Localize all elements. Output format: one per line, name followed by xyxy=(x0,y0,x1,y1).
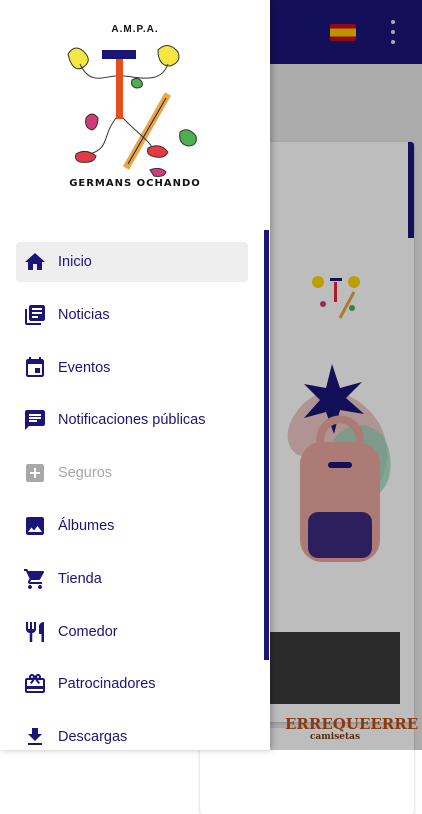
plus-box-icon xyxy=(23,461,47,485)
cart-icon xyxy=(23,567,47,591)
drawer-nav: Inicio Noticias Eventos Notificaciones p… xyxy=(16,242,248,770)
news-icon xyxy=(23,303,47,327)
nav-item-seguros[interactable]: Seguros xyxy=(16,453,248,493)
download-icon xyxy=(23,725,47,749)
calendar-icon xyxy=(23,356,47,380)
ampa-logo: A.M.P.A. GERMANS OCHANDO xyxy=(50,22,220,202)
nav-item-label: Inicio xyxy=(58,254,92,270)
nav-item-label: Descargas xyxy=(58,729,128,746)
navigation-drawer: A.M.P.A. GERMANS OCHANDO Inicio Noticias… xyxy=(0,0,270,750)
nav-item-noticias[interactable]: Noticias xyxy=(16,295,248,335)
nav-item-albumes[interactable]: Álbumes xyxy=(16,506,248,546)
gift-icon xyxy=(23,672,47,696)
logo-bottom-text: GERMANS OCHANDO xyxy=(69,178,201,189)
nav-item-eventos[interactable]: Eventos xyxy=(16,348,248,388)
nav-item-comedor[interactable]: Comedor xyxy=(16,612,248,652)
logo-top-text: A.M.P.A. xyxy=(111,24,159,35)
home-icon xyxy=(23,250,47,274)
nav-item-label: Seguros xyxy=(58,465,113,482)
image-icon xyxy=(23,514,47,538)
nav-item-descargas[interactable]: Descargas xyxy=(16,717,248,757)
nav-item-label: Álbumes xyxy=(58,517,115,534)
nav-item-label: Eventos xyxy=(58,359,111,376)
logo-figure-icon xyxy=(67,45,197,177)
nav-item-label: Patrocinadores xyxy=(58,676,156,693)
drawer-scrollbar[interactable] xyxy=(264,230,269,660)
restaurant-icon xyxy=(23,620,47,644)
nav-item-label: Tienda xyxy=(58,570,102,587)
nav-item-patrocinadores[interactable]: Patrocinadores xyxy=(16,664,248,704)
nav-item-notificaciones[interactable]: Notificaciones públicas xyxy=(16,400,248,440)
nav-item-label: Notificaciones públicas xyxy=(58,412,206,429)
nav-item-inicio[interactable]: Inicio xyxy=(16,242,248,282)
message-icon xyxy=(23,408,47,432)
nav-item-label: Comedor xyxy=(58,623,118,640)
nav-item-label: Noticias xyxy=(58,306,110,323)
nav-item-tienda[interactable]: Tienda xyxy=(16,559,248,599)
